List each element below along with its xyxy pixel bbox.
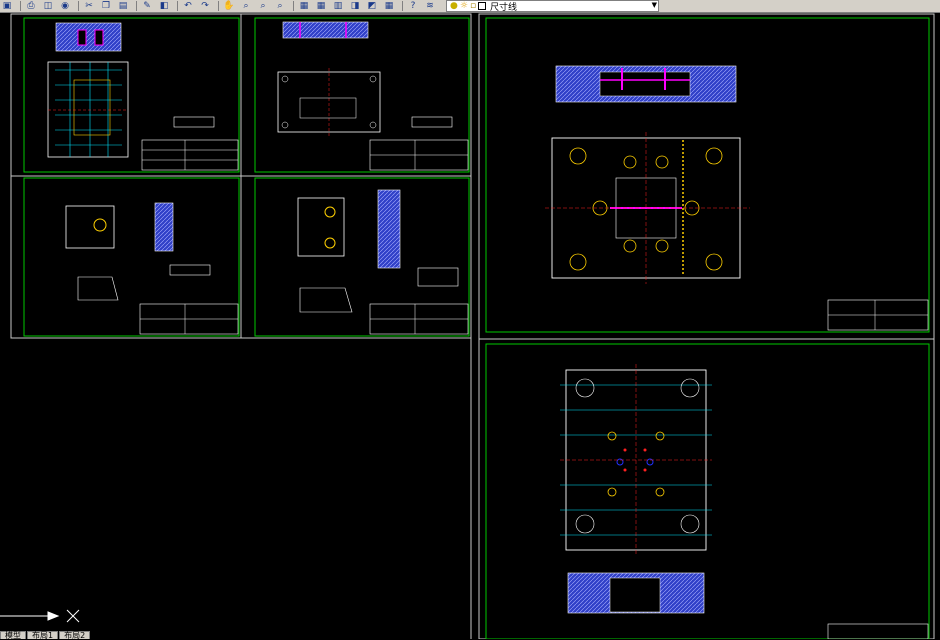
toolbar-separator (177, 1, 178, 11)
toolbar-separator (293, 1, 294, 11)
sheet-4-drawing[interactable] (254, 177, 470, 337)
layer-dropdown[interactable]: ● ☼ ▫ 尺寸线 ▼ (446, 0, 659, 12)
paste-icon[interactable]: ▤ (116, 1, 130, 12)
cut-icon[interactable]: ✂ (82, 1, 96, 12)
toolbar-buttons: ▣ ⎙ ◫ ◉ ✂ ❐ ▤ ✎ ◧ ↶ ↷ ✋ ⌕ ⌕ ⌕ ▦ ▦ ▥ ◨ ◩ ▦? ≋ (0, 1, 440, 12)
chevron-down-icon[interactable]: ▼ (652, 1, 657, 9)
preview-icon[interactable]: ◫ (41, 1, 55, 12)
sheet-2-drawing[interactable] (254, 17, 470, 173)
sheet-5-assembly-drawing[interactable] (485, 17, 930, 333)
properties-icon[interactable]: ▦ (297, 1, 311, 12)
tab-2[interactable]: 布局2 (59, 631, 91, 640)
lightbulb-icon[interactable]: ● (450, 1, 458, 11)
undo-icon[interactable]: ↶ (181, 1, 195, 12)
toolbar-separator (136, 1, 137, 11)
zoom-previous-icon[interactable]: ⌕ (273, 1, 287, 12)
toolbar-separator (218, 1, 219, 11)
publish-icon[interactable]: ◉ (58, 1, 72, 12)
current-layer-name: 尺寸线 (490, 2, 518, 13)
match-properties-icon[interactable]: ✎ (140, 1, 154, 12)
zoom-window-icon[interactable]: ⌕ (256, 1, 270, 12)
sheet-6-assembly-drawing[interactable] (485, 343, 930, 639)
layer-manager-icon[interactable]: ≋ (423, 1, 437, 12)
block-editor-icon[interactable]: ◧ (157, 1, 171, 12)
drawing-canvas[interactable] (0, 13, 940, 639)
redo-icon[interactable]: ↷ (198, 1, 212, 12)
toolbar-separator (402, 1, 403, 11)
help-icon[interactable]: ? (406, 1, 420, 12)
calculator-icon[interactable]: ▦ (382, 1, 396, 12)
toolbar-separator (78, 1, 79, 11)
standard-toolbar: ▣ ⎙ ◫ ◉ ✂ ❐ ▤ ✎ ◧ ↶ ↷ ✋ ⌕ ⌕ ⌕ ▦ ▦ ▥ ◨ ◩ ▦? ≋ ● ☼ ▫ 尺寸线 ▼ (0, 0, 940, 13)
sheet-set-icon[interactable]: ◨ (348, 1, 362, 12)
layout-tabs: 模型 布局1 布局2 (0, 631, 91, 640)
tool-palettes-icon[interactable]: ▥ (331, 1, 345, 12)
toolbar-separator (20, 1, 21, 11)
lock-icon[interactable]: ▫ (470, 1, 476, 11)
design-center-icon[interactable]: ▦ (314, 1, 328, 12)
markup-icon[interactable]: ◩ (365, 1, 379, 12)
layout-paper-borders (10, 13, 935, 639)
ucs-icon (0, 609, 80, 623)
pan-icon[interactable]: ✋ (222, 1, 236, 12)
color-swatch-icon[interactable] (478, 2, 487, 10)
sun-icon[interactable]: ☼ (460, 1, 468, 11)
sheet-1-drawing[interactable] (23, 17, 240, 173)
copy-icon[interactable]: ❐ (99, 1, 113, 12)
sheet-3-drawing[interactable] (23, 177, 240, 337)
zoom-realtime-icon[interactable]: ⌕ (239, 1, 253, 12)
save-icon[interactable]: ▣ (0, 1, 14, 12)
tab-1[interactable]: 布局1 (27, 631, 59, 640)
print-icon[interactable]: ⎙ (24, 1, 38, 12)
tab-0[interactable]: 模型 (0, 631, 26, 640)
